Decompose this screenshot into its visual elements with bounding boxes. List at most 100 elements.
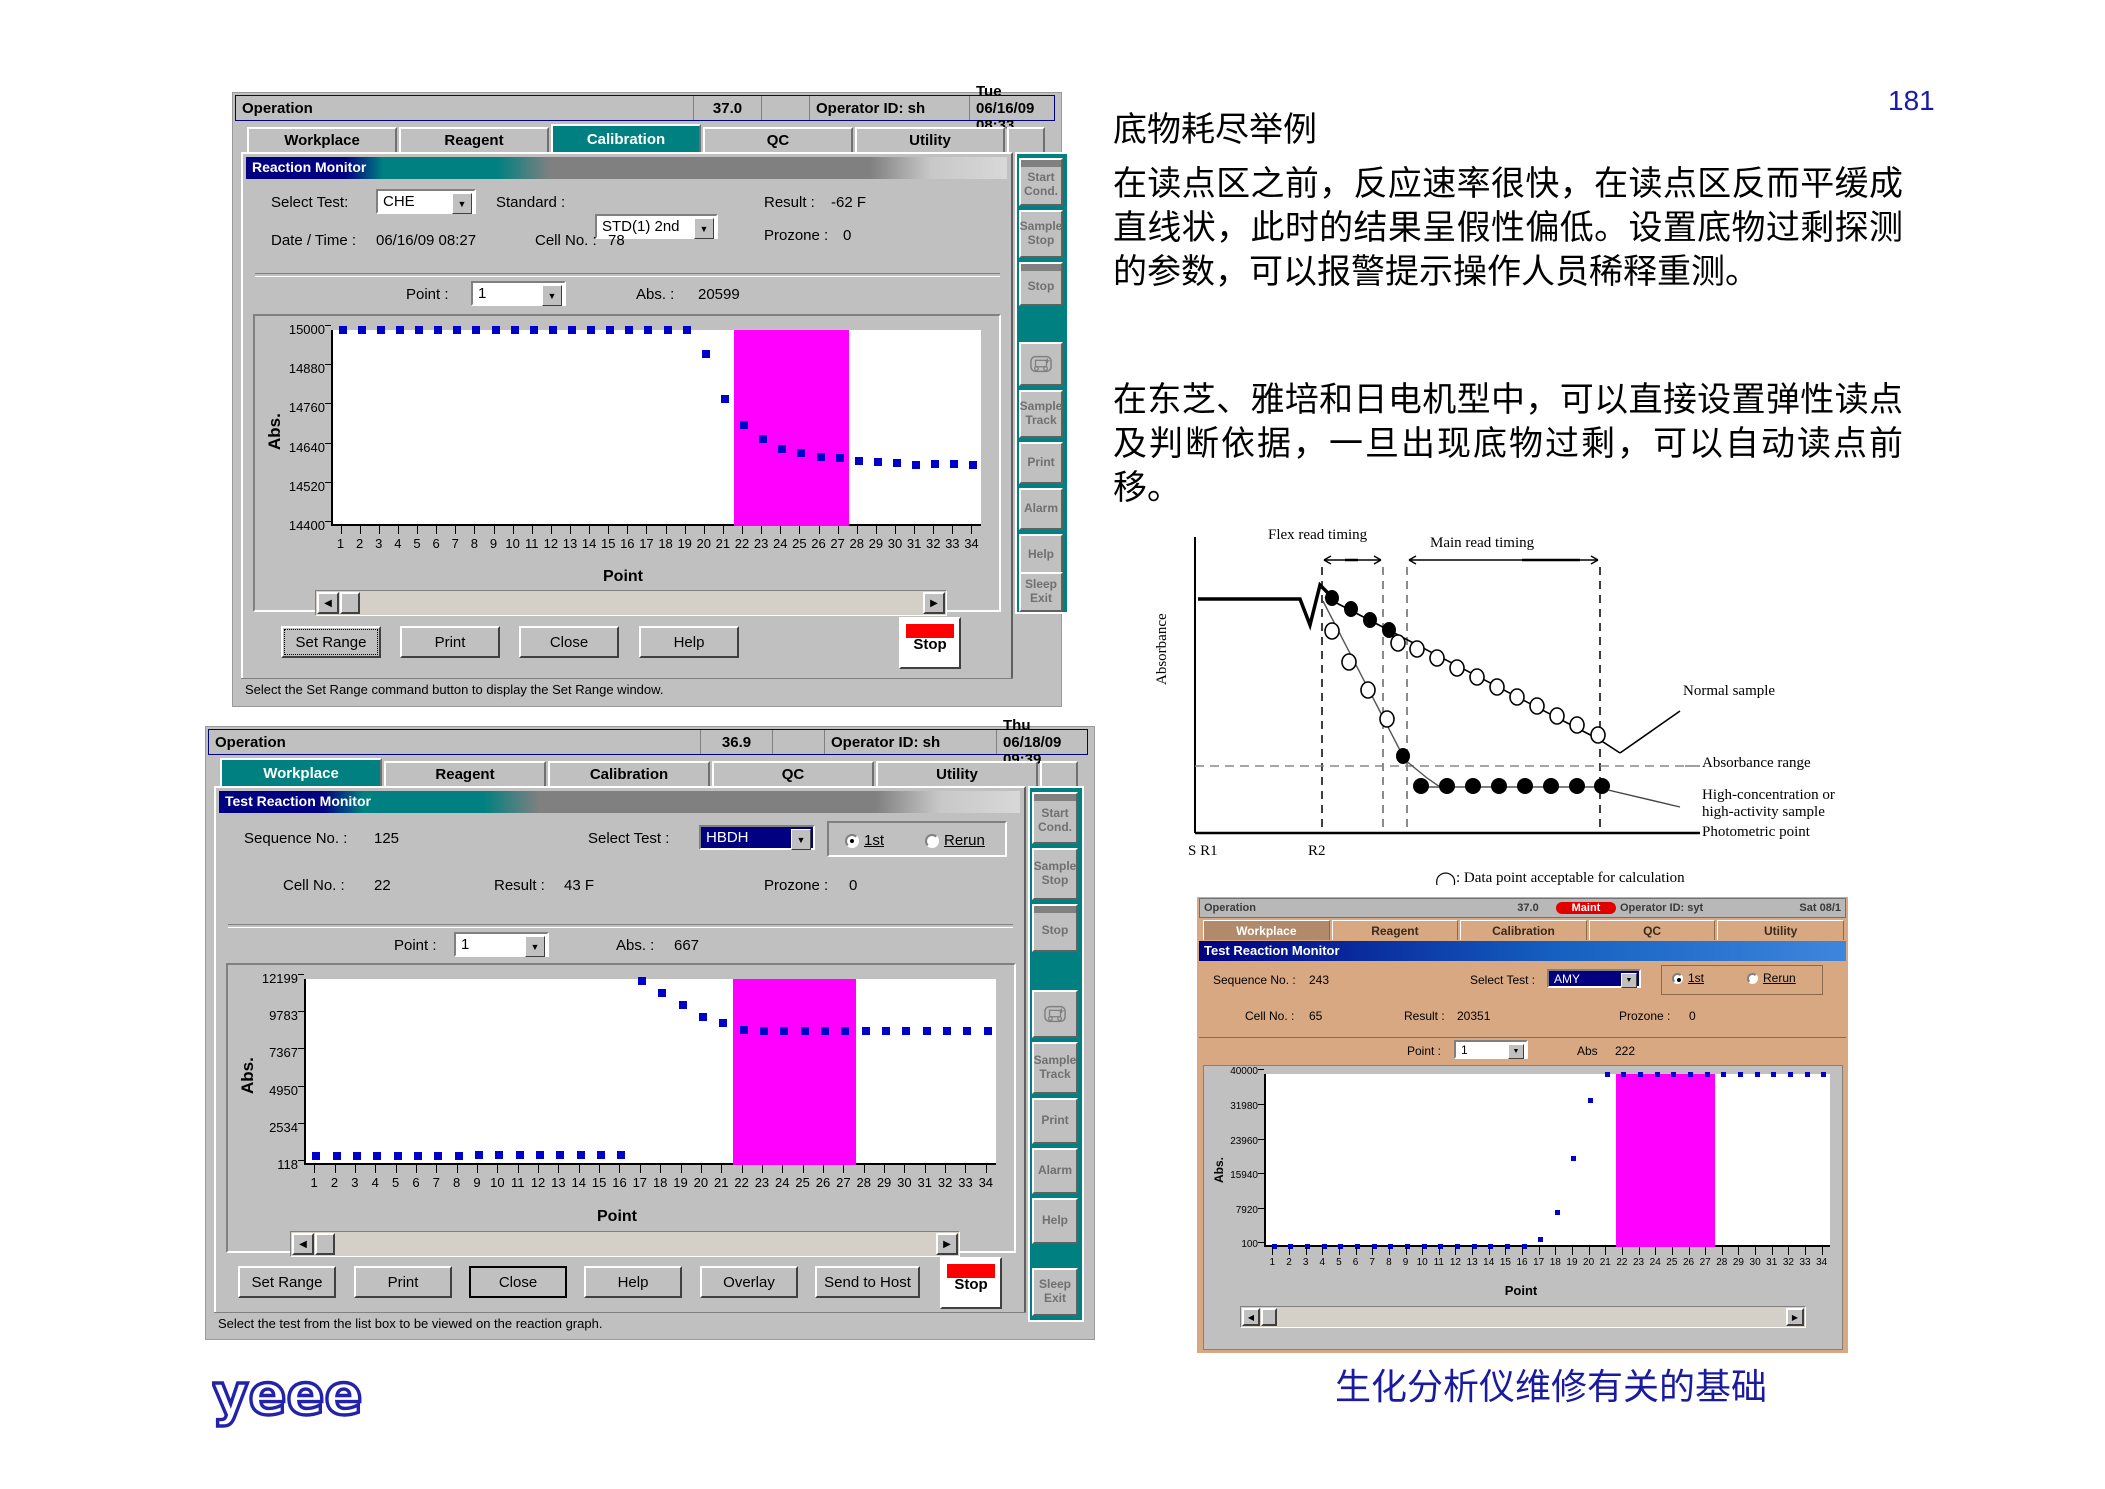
data-point	[950, 459, 959, 468]
point-combo[interactable]: 1 ▼	[471, 281, 566, 306]
chart2-scrollbar[interactable]: ◀ ▶	[290, 1231, 960, 1257]
chart1-scrollbar[interactable]: ◀ ▶	[315, 590, 947, 616]
chevron-down-icon[interactable]: ▼	[525, 936, 545, 957]
tab-utility[interactable]: Utility	[855, 127, 1005, 152]
scroll-thumb[interactable]	[1261, 1308, 1277, 1326]
sidebar-button-sample-track[interactable]: Sample Track	[1019, 390, 1063, 438]
point-combo[interactable]: 1 ▼	[454, 932, 549, 957]
scroll-left-icon[interactable]: ◀	[1242, 1308, 1260, 1326]
radio-1st[interactable]: 1st	[845, 832, 884, 849]
scroll-left-icon[interactable]: ◀	[317, 592, 339, 614]
sidebar-button-start-cond.[interactable]: Start Cond.	[1019, 158, 1063, 206]
data-point	[854, 457, 863, 466]
print-button[interactable]: Print	[400, 626, 500, 658]
tab-workplace[interactable]: Workplace	[247, 127, 397, 152]
x-axis-tick-mark	[1588, 1247, 1590, 1255]
tab-calibration[interactable]: Calibration	[548, 761, 710, 786]
radio-rerun[interactable]: Rerun	[1747, 971, 1796, 985]
select-test-combo[interactable]: HBDH ▼	[699, 825, 815, 850]
sidebar-button-label: Start Cond.	[1024, 170, 1058, 198]
data-point	[434, 1151, 443, 1160]
help-button[interactable]: Help	[584, 1266, 682, 1298]
tab-reagent[interactable]: Reagent	[399, 127, 549, 152]
sidebar-button-stop[interactable]: Stop	[1032, 904, 1078, 952]
sidebar-button-print[interactable]: Print	[1019, 442, 1063, 484]
status-app: Operation	[209, 730, 701, 754]
sidebar-button-sample-stop[interactable]: Sample Stop	[1032, 848, 1078, 900]
scroll-thumb[interactable]	[340, 592, 360, 614]
sidebar-button-sample-stop[interactable]: Sample Stop	[1019, 210, 1063, 258]
sidebar-button-printer[interactable]	[1019, 342, 1063, 386]
scroll-left-icon[interactable]: ◀	[292, 1233, 314, 1255]
select-test-combo[interactable]: AMY ▼	[1547, 969, 1641, 988]
overlay-button[interactable]: Overlay	[700, 1266, 798, 1298]
radio-1st[interactable]: 1st	[1672, 971, 1704, 985]
sidebar-button-alarm[interactable]: Alarm	[1019, 488, 1063, 530]
chevron-down-icon[interactable]: ▼	[1621, 973, 1637, 988]
window3-tabbar: Workplace Reagent Calibration QC Utility	[1203, 920, 1846, 940]
sidebar-button-printer[interactable]	[1032, 990, 1078, 1038]
chevron-down-icon[interactable]: ▼	[694, 218, 714, 239]
scroll-right-icon[interactable]: ▶	[1786, 1308, 1804, 1326]
hint-text: Select the test from the list box to be …	[218, 1316, 603, 1331]
button-cap	[1034, 906, 1076, 913]
stop-button[interactable]: Stop	[899, 617, 961, 669]
sidebar-button-stop[interactable]: Stop	[1019, 262, 1063, 306]
x-axis-tick-label: 3	[375, 536, 383, 551]
tab-qc[interactable]: QC	[1588, 920, 1716, 940]
chevron-down-icon[interactable]: ▼	[1508, 1044, 1524, 1059]
sidebar-button-help[interactable]: Help	[1032, 1198, 1078, 1244]
x-axis-tick-label: 4	[394, 536, 402, 551]
y-axis-tick-mark	[1258, 1173, 1264, 1175]
tab-reagent[interactable]: Reagent	[1331, 920, 1459, 940]
sidebar-button-face: Sample Track	[1019, 390, 1063, 438]
select-test-combo[interactable]: CHE ▼	[376, 189, 476, 214]
tab-calibration[interactable]: Calibration	[1460, 920, 1587, 940]
point-combo[interactable]: 1 ▼	[1454, 1040, 1528, 1059]
data-point	[740, 421, 749, 430]
send-to-host-button[interactable]: Send to Host	[815, 1266, 920, 1298]
print-button[interactable]: Print	[354, 1266, 452, 1298]
scroll-thumb[interactable]	[315, 1233, 335, 1255]
close-button[interactable]: Close	[519, 626, 619, 658]
tab-workplace[interactable]: Workplace	[1203, 920, 1330, 940]
chevron-down-icon[interactable]: ▼	[542, 285, 562, 306]
window1-sidebar-buttons: Start Cond. Sample Stop Stop Sample Track Pr…	[1015, 152, 1069, 614]
status-spacer	[762, 96, 810, 120]
radio-rerun[interactable]: Rerun	[925, 832, 985, 849]
help-button[interactable]: Help	[639, 626, 739, 658]
x-axis-tick-label: 29	[876, 1175, 892, 1190]
chevron-down-icon[interactable]: ▼	[452, 193, 472, 214]
sidebar-button-sleep-exit[interactable]: Sleep Exit	[1032, 1268, 1078, 1316]
chart3-scrollbar[interactable]: ◀ ▶	[1240, 1306, 1806, 1328]
sidebar-button-sample-track[interactable]: Sample Track	[1032, 1042, 1078, 1094]
sidebar-button-start-cond.[interactable]: Start Cond.	[1032, 792, 1078, 844]
tab-utility[interactable]: Utility	[1717, 920, 1844, 940]
x-axis-tick-label: 27	[836, 1175, 851, 1190]
scroll-right-icon[interactable]: ▶	[936, 1233, 958, 1255]
set-range-button[interactable]: Set Range	[238, 1266, 336, 1298]
window2-titlebar: Test Reaction Monitor	[219, 791, 1020, 813]
point-value: 1	[1461, 1042, 1468, 1057]
cellno-label: Cell No. :	[1245, 1009, 1295, 1023]
stop-label: Stop	[954, 1276, 988, 1293]
tab-reagent[interactable]: Reagent	[384, 761, 546, 786]
close-button[interactable]: Close	[469, 1266, 567, 1298]
tab-calibration[interactable]: Calibration	[551, 124, 701, 152]
set-range-button[interactable]: Set Range	[281, 626, 381, 658]
sidebar-button-sleep-exit[interactable]: Sleep Exit	[1019, 572, 1063, 612]
x-axis-tick-mark	[1422, 1247, 1424, 1255]
chevron-down-icon[interactable]: ▼	[791, 829, 811, 850]
tab-workplace[interactable]: Workplace	[220, 758, 382, 786]
tab-qc[interactable]: QC	[703, 127, 853, 152]
sidebar-button-alarm[interactable]: Alarm	[1032, 1148, 1078, 1194]
scroll-right-icon[interactable]: ▶	[923, 592, 945, 614]
window2-hintbar: Select the test from the list box to be …	[214, 1312, 1026, 1334]
window3-graph-frame: 100 7920 15940 23960 31980 40000 1 2 3 4 5 6 7 8 9 10 11…	[1203, 1065, 1843, 1350]
tab-utility[interactable]: Utility	[876, 761, 1038, 786]
sidebar-button-print[interactable]: Print	[1032, 1098, 1078, 1144]
tab-qc[interactable]: QC	[712, 761, 874, 786]
x-axis-tick-mark	[1721, 1247, 1723, 1255]
stop-button[interactable]: Stop	[940, 1257, 1002, 1309]
sidebar-button-help[interactable]: Help	[1019, 534, 1063, 576]
